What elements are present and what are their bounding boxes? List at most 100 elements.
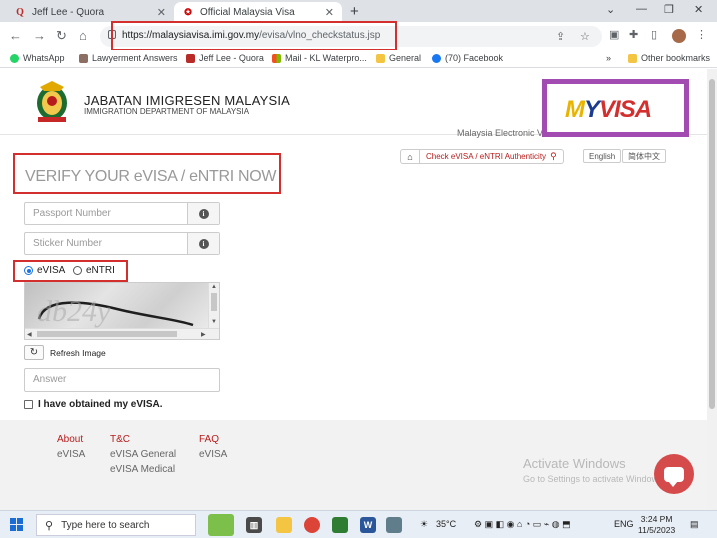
radio-entri[interactable]: eNTRI	[73, 265, 115, 276]
close-icon[interactable]: ✕	[157, 6, 166, 19]
minimize-button[interactable]: —	[636, 3, 647, 15]
svg-text:db24y: db24y	[37, 295, 111, 328]
answer-input[interactable]	[25, 369, 215, 390]
home-icon[interactable]: ⌂	[79, 28, 87, 43]
captcha-image-frame[interactable]: db24y ▲ ▼ ◀ ▶	[24, 282, 220, 340]
share-icon[interactable]: ⇪	[556, 30, 565, 43]
search-icon: ⚲	[550, 151, 557, 161]
new-tab-button[interactable]: +	[350, 3, 359, 20]
lang-chinese-button[interactable]: 简体中文	[622, 149, 666, 163]
watermark-line1: Activate Windows	[523, 456, 626, 471]
scroll-thumb[interactable]	[37, 331, 177, 337]
bookmark-mail[interactable]: Mail - KL Waterpro...	[272, 53, 367, 63]
footer-faq: FAQ eVISA	[199, 432, 227, 462]
scroll-down-icon[interactable]: ▼	[211, 319, 217, 325]
refresh-image-button[interactable]: ↻	[24, 345, 44, 360]
quora-icon: Q	[16, 6, 24, 18]
folder-icon	[376, 53, 385, 63]
scroll-right-icon[interactable]: ▶	[201, 331, 206, 338]
passport-number-input[interactable]	[25, 203, 187, 224]
bookmark-whatsapp[interactable]: WhatsApp	[10, 53, 65, 63]
file-explorer-icon[interactable]	[276, 517, 292, 533]
activate-windows-watermark: Activate Windows Go to Settings to activ…	[523, 456, 665, 484]
task-view-icon[interactable]: ▥	[246, 517, 262, 533]
bookmark-facebook[interactable]: (70) Facebook	[432, 53, 503, 63]
bookmark-lawyerment[interactable]: Lawyerment Answers	[79, 53, 178, 63]
captcha-drawing: db24y	[37, 295, 194, 328]
scroll-up-icon[interactable]: ▲	[211, 284, 217, 290]
captcha-horizontal-scrollbar[interactable]: ◀ ▶	[25, 328, 219, 339]
scroll-thumb[interactable]	[211, 293, 217, 311]
quora-icon	[186, 53, 195, 63]
language-indicator[interactable]: ENG	[614, 519, 634, 529]
forward-icon[interactable]: →	[33, 28, 46, 43]
menu-icon[interactable]: ⋮	[696, 28, 707, 41]
tab-search-icon[interactable]: ⌄	[606, 3, 615, 16]
sticker-number-field[interactable]: i	[24, 232, 220, 255]
gov-icon: ✪	[184, 6, 192, 17]
sidepanel-icon[interactable]: ▯	[651, 28, 657, 41]
profile-avatar[interactable]	[672, 29, 686, 43]
back-icon[interactable]: ←	[9, 28, 22, 43]
page-scroll-thumb[interactable]	[709, 79, 715, 409]
passport-number-field[interactable]: i	[24, 202, 220, 225]
bluestacks-icon[interactable]	[332, 517, 348, 533]
sticker-info-addon[interactable]: i	[187, 233, 219, 254]
footer-heading-about[interactable]: About	[57, 432, 85, 447]
app-icon[interactable]	[386, 517, 402, 533]
bookmark-star-icon[interactable]: ☆	[580, 30, 590, 43]
temperature[interactable]: 35°C	[436, 519, 456, 529]
watermark-line2: Go to Settings to activate Windows.	[523, 474, 666, 484]
answer-field[interactable]	[24, 368, 220, 392]
close-icon[interactable]: ✕	[325, 6, 334, 19]
notification-icon[interactable]: ▤	[690, 519, 699, 530]
chat-button[interactable]	[654, 454, 694, 494]
footer-heading-tc[interactable]: T&C	[110, 432, 176, 447]
passport-info-addon[interactable]: i	[187, 203, 219, 224]
reload-icon[interactable]: ↻	[56, 28, 67, 44]
obtained-evisa-checkbox[interactable]: I have obtained my eVISA.	[24, 399, 162, 410]
folder-icon	[628, 53, 637, 63]
extension-icon[interactable]: ▣	[609, 28, 619, 41]
footer-link-evisa-medical[interactable]: eVISA Medical	[110, 462, 176, 477]
info-icon: i	[198, 238, 209, 249]
taskbar-search[interactable]: ⚲ Type here to search	[36, 514, 196, 536]
myvisa-logo[interactable]: MYVISA	[542, 79, 689, 137]
refresh-image-label[interactable]: Refresh Image	[50, 348, 106, 358]
checkbox-icon[interactable]	[24, 400, 33, 409]
other-bookmarks[interactable]: Other bookmarks	[628, 53, 710, 63]
chrome-icon[interactable]	[304, 517, 320, 533]
page-scrollbar[interactable]	[707, 69, 717, 510]
weather-icon[interactable]: ☀	[420, 519, 428, 530]
check-authenticity-button[interactable]: Check eVISA / eNTRI Authenticity ⚲	[420, 149, 564, 164]
tray-icons[interactable]: ⚙ ▣ ◧ ◉ ⌂ ◔ ▭ ⌁ ◍ ⬒	[474, 519, 571, 530]
footer-about: About eVISA	[57, 432, 85, 462]
web-page: JABATAN IMIGRESEN MALAYSIA IMMIGRATION D…	[0, 69, 707, 510]
restore-button[interactable]: ❐	[664, 3, 674, 16]
widget-icon[interactable]	[208, 514, 234, 536]
home-button[interactable]: ⌂	[400, 149, 420, 164]
footer-link-evisa-general[interactable]: eVISA General	[110, 447, 176, 462]
clock-time: 3:24 PM	[640, 514, 673, 524]
radio-evisa[interactable]: eVISA	[24, 265, 65, 276]
close-window-button[interactable]: ✕	[694, 3, 703, 16]
word-icon[interactable]: W	[360, 517, 376, 533]
more-bookmarks-icon[interactable]: »	[606, 53, 611, 63]
puzzle-icon[interactable]: ✚	[629, 28, 638, 41]
windows-start-icon[interactable]	[10, 518, 23, 531]
scroll-left-icon[interactable]: ◀	[27, 331, 32, 338]
lang-english-button[interactable]: English	[583, 149, 622, 163]
footer-tc: T&C eVISA General eVISA Medical	[110, 432, 176, 477]
bookmark-quora[interactable]: Jeff Lee - Quora	[186, 53, 264, 63]
taskbar-clock[interactable]: 3:24 PM 11/5/2023	[638, 514, 675, 536]
footer-heading-faq[interactable]: FAQ	[199, 432, 227, 447]
tab-quora[interactable]: Q Jeff Lee - Quora ✕	[6, 2, 174, 22]
visa-type-radio-group: eVISA eNTRI	[13, 260, 128, 282]
sticker-number-input[interactable]	[25, 233, 187, 254]
tab-malaysia-visa[interactable]: ✪ Official Malaysia Visa ✕	[174, 2, 342, 22]
captcha-vertical-scrollbar[interactable]: ▲ ▼	[208, 283, 219, 328]
refresh-captcha: ↻ Refresh Image	[24, 345, 106, 360]
footer-link-faq-evisa[interactable]: eVISA	[199, 447, 227, 462]
footer-link-about-evisa[interactable]: eVISA	[57, 447, 85, 462]
bookmark-general[interactable]: General	[376, 53, 421, 63]
